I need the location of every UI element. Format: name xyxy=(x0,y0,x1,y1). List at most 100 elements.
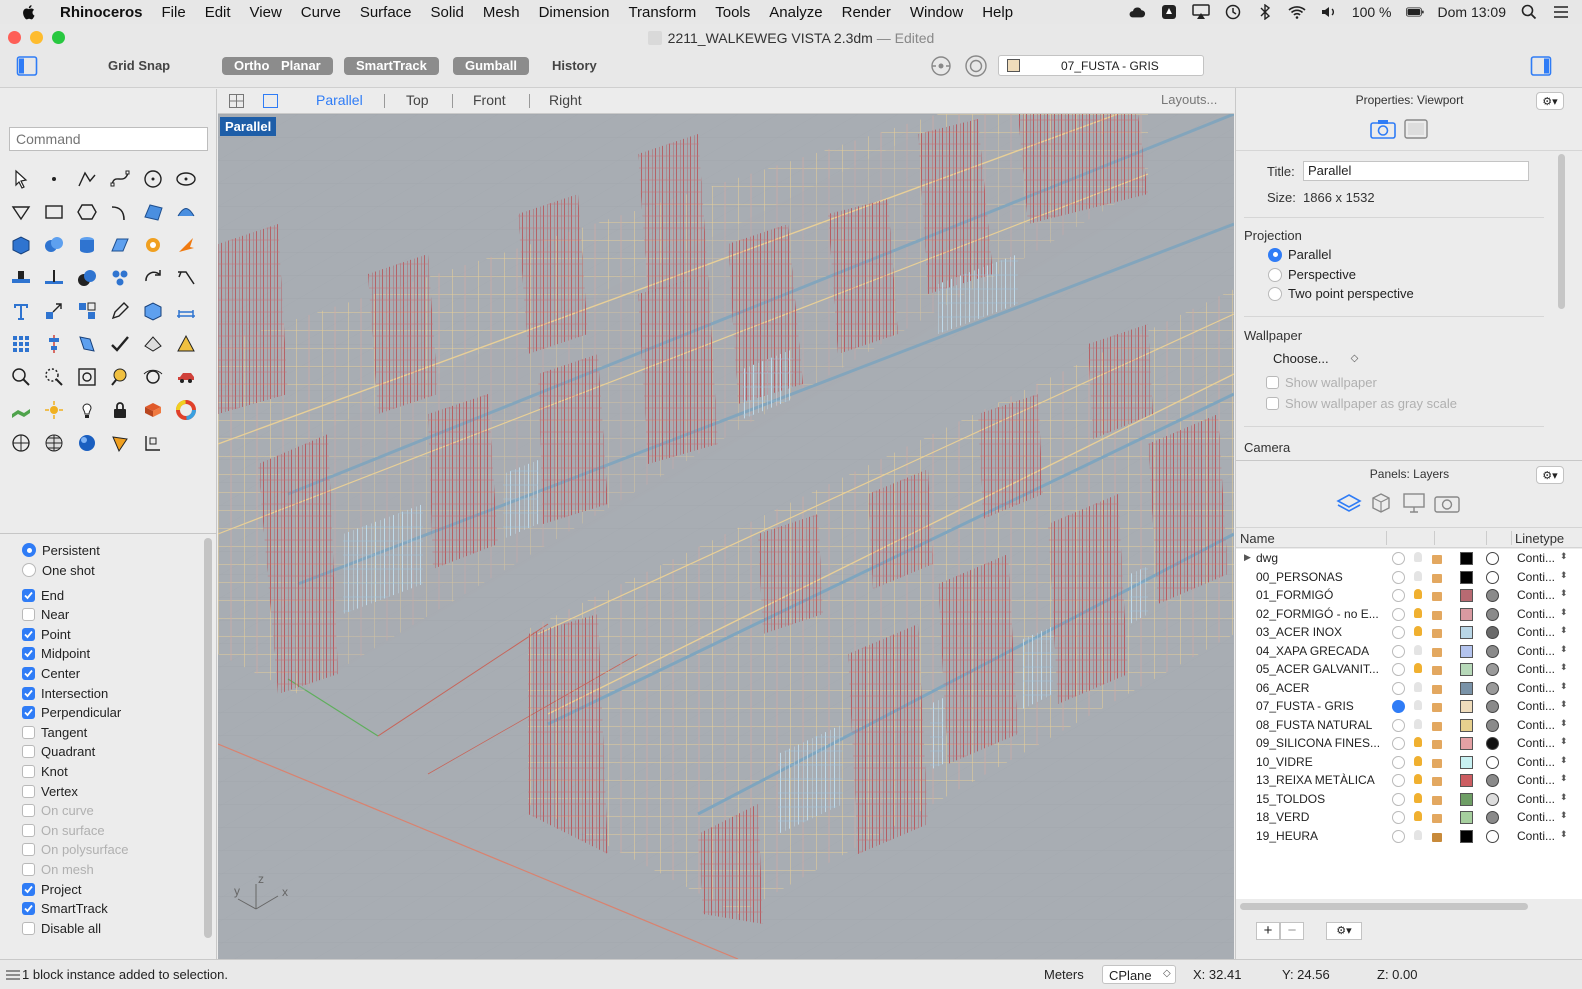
layers-gear-icon[interactable]: ⚙▾ xyxy=(1536,466,1564,484)
layer-linetype[interactable]: Conti... xyxy=(1517,588,1555,602)
layer-material-icon[interactable] xyxy=(1486,774,1499,787)
polygon-tool-icon[interactable] xyxy=(4,195,37,228)
menu-file[interactable]: File xyxy=(162,4,186,21)
split-tool-icon[interactable] xyxy=(37,261,70,294)
layer-row[interactable]: 13_REIXA METÀLICA Conti... ⬍ xyxy=(1236,771,1582,789)
single-viewport-icon[interactable] xyxy=(263,94,278,108)
camera-tab-icon[interactable] xyxy=(1434,492,1460,514)
menu-surface[interactable]: Surface xyxy=(360,4,412,21)
menu-curve[interactable]: Curve xyxy=(301,4,341,21)
layer-row[interactable]: 01_FORMIGÓ Conti... ⬍ xyxy=(1236,586,1582,604)
lock-icon[interactable] xyxy=(1432,721,1442,731)
osnap-vertex[interactable]: Vertex xyxy=(22,782,78,800)
layer-linetype[interactable]: Conti... xyxy=(1517,607,1555,621)
panel-toggle-icon[interactable] xyxy=(1530,55,1552,77)
current-layer-radio[interactable] xyxy=(1392,626,1405,639)
wallpaper-choose-dropdown[interactable]: Choose... ◇ xyxy=(1273,351,1358,366)
osnap-checkbox[interactable] xyxy=(22,843,35,857)
zoom-extents-icon[interactable] xyxy=(4,360,37,393)
projection-perspective[interactable]: Perspective xyxy=(1268,267,1356,282)
minimize-window-button[interactable] xyxy=(30,31,43,44)
osnap-checkbox[interactable] xyxy=(22,745,35,759)
rotate-tool-icon[interactable] xyxy=(136,261,169,294)
flow-tool-icon[interactable] xyxy=(169,261,202,294)
material-tool-icon[interactable] xyxy=(136,393,169,426)
layer-material-icon[interactable] xyxy=(1486,700,1499,713)
osnap-midpoint[interactable]: Midpoint xyxy=(22,645,90,663)
sun-tool-icon[interactable] xyxy=(37,393,70,426)
layer-row[interactable]: 19_HEURA Conti... ⬍ xyxy=(1236,826,1582,845)
lock-tool-icon[interactable] xyxy=(103,393,136,426)
model-wireframe[interactable] xyxy=(218,114,1234,959)
map-tool-icon[interactable] xyxy=(4,393,37,426)
record-history-icon[interactable] xyxy=(930,55,952,77)
layer-material-icon[interactable] xyxy=(1486,811,1499,824)
osnap-checkbox[interactable] xyxy=(22,862,35,876)
projection-parallel-radio[interactable] xyxy=(1268,247,1282,262)
point-tool-icon[interactable] xyxy=(37,162,70,195)
color-wheel-icon[interactable] xyxy=(169,393,202,426)
oneshot-radio[interactable] xyxy=(22,563,36,577)
layer-color-swatch[interactable] xyxy=(1460,755,1473,769)
show-gray-checkbox[interactable]: Show wallpaper as gray scale xyxy=(1266,396,1457,411)
osnap-perpendicular[interactable]: Perpendicular xyxy=(22,704,121,722)
explode-tool-icon[interactable] xyxy=(169,228,202,261)
layer-linetype[interactable]: Conti... xyxy=(1517,810,1555,824)
lock-icon[interactable] xyxy=(1432,555,1442,564)
control-center-icon[interactable] xyxy=(1552,4,1570,20)
cylinder-tool-icon[interactable] xyxy=(70,228,103,261)
layer-material-icon[interactable] xyxy=(1486,792,1499,806)
rectangle-tool-icon[interactable] xyxy=(37,195,70,228)
layer-material-icon[interactable] xyxy=(1486,681,1499,695)
curve-tool-icon[interactable] xyxy=(103,162,136,195)
align-tool-icon[interactable] xyxy=(37,327,70,360)
osnap-on-curve[interactable]: On curve xyxy=(22,802,94,820)
arc-tool-icon[interactable] xyxy=(103,195,136,228)
lock-icon[interactable] xyxy=(1432,758,1442,768)
layer-row[interactable]: 03_ACER INOX Conti... ⬍ xyxy=(1236,623,1582,641)
lock-icon[interactable] xyxy=(1432,740,1442,749)
show-wallpaper-checkbox[interactable]: Show wallpaper xyxy=(1266,375,1377,390)
edit-tool-icon[interactable] xyxy=(103,294,136,327)
menu-render[interactable]: Render xyxy=(842,4,891,21)
plane-tool-icon[interactable] xyxy=(103,228,136,261)
layer-row[interactable]: 04_XAPA GRECADA Conti... ⬍ xyxy=(1236,641,1582,660)
lock-icon[interactable] xyxy=(1432,814,1442,823)
lock-icon[interactable] xyxy=(1432,684,1442,694)
menu-solid[interactable]: Solid xyxy=(431,4,464,21)
osnap-checkbox[interactable] xyxy=(22,608,35,622)
dimension-tool-icon[interactable] xyxy=(169,294,202,327)
menu-edit[interactable]: Edit xyxy=(205,4,231,21)
rotate-view-icon[interactable] xyxy=(136,360,169,393)
lightbulb-icon[interactable] xyxy=(1414,792,1422,803)
osnap-checkbox[interactable] xyxy=(22,706,35,720)
four-viewports-icon[interactable] xyxy=(229,94,244,108)
clock[interactable]: Dom 13:09 xyxy=(1438,4,1506,20)
wifi-icon[interactable] xyxy=(1288,4,1306,20)
layer-row[interactable]: 08_FUSTA NATURAL Conti... ⬍ xyxy=(1236,715,1582,734)
layer-row[interactable]: 09_SILICONA FINES... Conti... ⬍ xyxy=(1236,734,1582,752)
osnap-center[interactable]: Center xyxy=(22,664,80,682)
current-layer-radio[interactable] xyxy=(1392,811,1405,824)
current-layer-radio[interactable] xyxy=(1392,607,1405,621)
menu-app[interactable]: Rhinoceros xyxy=(60,4,143,21)
projection-two-point[interactable]: Two point perspective xyxy=(1268,286,1414,301)
osnap-checkbox[interactable] xyxy=(22,784,35,798)
osnap-checkbox[interactable] xyxy=(22,627,35,641)
col-name[interactable]: Name xyxy=(1240,531,1275,546)
layer-linetype[interactable]: Conti... xyxy=(1517,551,1555,565)
tab-top[interactable]: Top xyxy=(406,92,429,108)
parallel-viewport[interactable]: Parallel y z x xyxy=(218,114,1234,959)
volume-icon[interactable] xyxy=(1320,4,1338,20)
layer-linetype[interactable]: Conti... xyxy=(1517,755,1555,769)
disclosure-triangle-icon[interactable]: ▶ xyxy=(1244,552,1251,563)
lock-icon[interactable] xyxy=(1432,592,1442,601)
spotlight-search-icon[interactable] xyxy=(1520,4,1538,20)
layer-linetype[interactable]: Conti... xyxy=(1517,699,1555,713)
mesh-sphere-icon[interactable] xyxy=(37,426,70,459)
menu-view[interactable]: View xyxy=(250,4,282,21)
layer-linetype[interactable]: Conti... xyxy=(1517,773,1555,787)
ellipse-tool-icon[interactable] xyxy=(169,162,202,195)
osnap-disable-all[interactable]: Disable all xyxy=(22,919,101,937)
tab-parallel[interactable]: Parallel xyxy=(316,92,363,108)
